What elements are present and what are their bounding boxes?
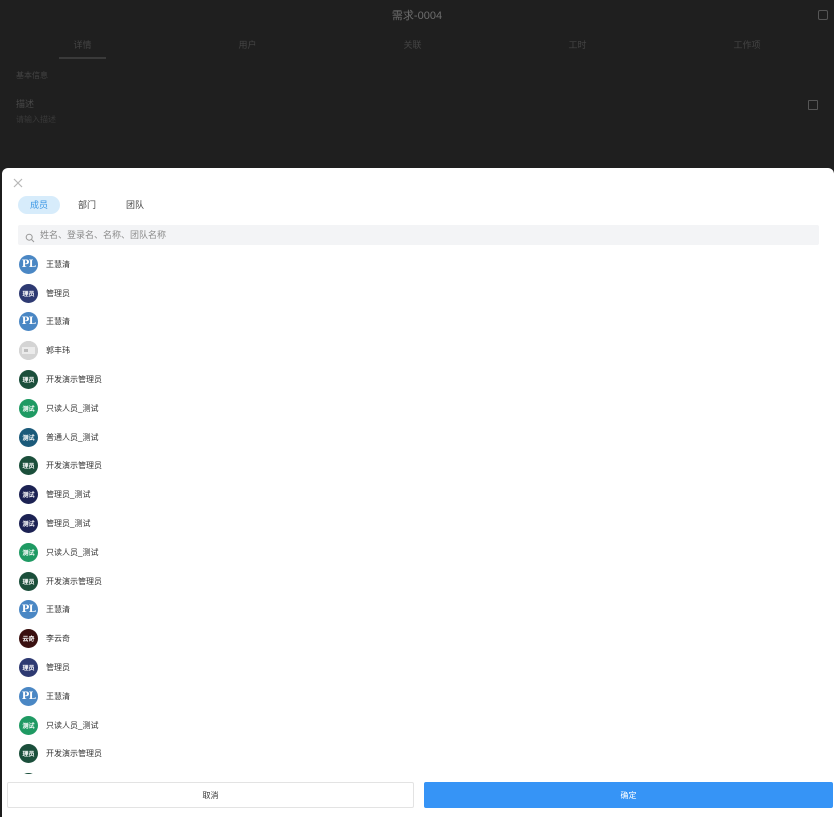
- avatar: 测试: [19, 715, 38, 735]
- member-name: 只读人员_测试: [46, 720, 99, 730]
- background-corner-icon: [818, 10, 828, 20]
- avatar: 理员: [19, 658, 38, 678]
- background-tab: 工时: [568, 39, 587, 50]
- close-icon[interactable]: [12, 177, 24, 189]
- member-name: 开发演示管理员: [46, 576, 102, 586]
- member-row[interactable]: 理员 开发演示管理员: [2, 567, 834, 596]
- member-row[interactable]: PL 王慧清: [2, 596, 834, 625]
- background-page: 需求-0004 详情 用户 关联 工时 工作项 基本信息 描述 请输入描述: [0, 0, 834, 180]
- member-list: PL 王慧清 理员 管理员 PL 王慧清 郭丰玮 理员 开发演示管理员 测试 只读人员_测试 测试 普通…: [2, 250, 834, 774]
- member-row[interactable]: 测试 管理员_测试: [2, 480, 834, 509]
- member-name: 开发演示管理员: [46, 461, 102, 471]
- sheet-footer: 取消 确定: [2, 782, 834, 808]
- avatar: 理员: [19, 456, 38, 476]
- member-name: 王慧清: [46, 691, 70, 701]
- member-name: 李云奇: [46, 634, 70, 644]
- member-name: 普通人员_测试: [46, 432, 99, 442]
- member-row[interactable]: 理员 管理员: [2, 279, 834, 308]
- member-row[interactable]: 测试 普通人员_测试: [2, 423, 834, 452]
- member-row[interactable]: PL 王慧清: [2, 250, 834, 279]
- member-name: 开发演示管理员: [46, 375, 102, 385]
- member-row[interactable]: 郭丰玮: [2, 336, 834, 365]
- avatar: PL: [19, 254, 38, 274]
- member-name: 只读人员_测试: [46, 403, 99, 413]
- cancel-button[interactable]: 取消: [7, 782, 414, 808]
- avatar: 理员: [19, 370, 38, 390]
- avatar: PL: [19, 600, 38, 620]
- avatar: PL: [19, 312, 38, 332]
- avatar: [19, 773, 38, 774]
- background-tab: 用户: [238, 39, 257, 50]
- avatar: PL: [19, 686, 38, 706]
- tab-teams[interactable]: 团队: [114, 196, 156, 214]
- background-tab: 工作项: [733, 39, 761, 50]
- member-row[interactable]: 测试 管理员_测试: [2, 509, 834, 538]
- member-name: 管理员: [46, 663, 70, 673]
- member-row[interactable]: [2, 768, 834, 774]
- background-field-label: 描述: [16, 99, 35, 109]
- member-row[interactable]: PL 王慧清: [2, 682, 834, 711]
- avatar: 测试: [19, 542, 38, 562]
- member-name: 管理员_测试: [46, 490, 91, 500]
- member-name: 王慧清: [46, 317, 70, 327]
- member-row[interactable]: PL 王慧清: [2, 308, 834, 337]
- avatar: 理员: [19, 283, 38, 303]
- avatar: 理员: [19, 571, 38, 591]
- background-field-value: 请输入描述: [16, 115, 56, 124]
- app-viewport: 需求-0004 详情 用户 关联 工时 工作项 基本信息 描述 请输入描述 成员…: [0, 0, 834, 817]
- background-title: 需求-0004: [391, 10, 443, 22]
- member-name: 王慧清: [46, 259, 70, 269]
- background-edit-icon: [808, 100, 818, 110]
- avatar: 测试: [19, 485, 38, 505]
- background-section-label: 基本信息: [16, 71, 48, 80]
- tab-members[interactable]: 成员: [18, 196, 61, 214]
- member-row[interactable]: 测试 只读人员_测试: [2, 394, 834, 423]
- background-tabs: 详情 用户 关联 工时 工作项: [0, 30, 834, 59]
- picker-tabs: 成员 部门 团队: [18, 196, 156, 214]
- confirm-button[interactable]: 确定: [424, 782, 833, 808]
- search-input[interactable]: [38, 229, 802, 241]
- member-row[interactable]: 云奇 李云奇: [2, 624, 834, 653]
- background-section: 基本信息 描述 请输入描述: [0, 58, 834, 125]
- background-tab: 关联: [403, 39, 422, 50]
- search-icon: [25, 230, 35, 243]
- member-row[interactable]: 测试 只读人员_测试: [2, 711, 834, 740]
- tab-departments[interactable]: 部门: [66, 196, 108, 214]
- member-row[interactable]: 测试 只读人员_测试: [2, 538, 834, 567]
- member-row[interactable]: 理员 管理员: [2, 653, 834, 682]
- background-header: 需求-0004: [0, 0, 834, 30]
- member-name: 开发演示管理员: [46, 749, 102, 759]
- member-name: 郭丰玮: [46, 346, 70, 356]
- search-bar: [18, 225, 819, 245]
- member-name: 王慧清: [46, 605, 70, 615]
- avatar: [19, 341, 38, 361]
- avatar: 测试: [19, 514, 38, 534]
- member-name: 管理员_测试: [46, 519, 91, 529]
- avatar: 测试: [19, 427, 38, 447]
- member-row[interactable]: 理员 开发演示管理员: [2, 452, 834, 481]
- member-row[interactable]: 理员 开发演示管理员: [2, 740, 834, 769]
- avatar: 理员: [19, 744, 38, 764]
- member-picker-sheet: 成员 部门 团队 PL王慧清理员管理员PL王慧清郭丰玮理员开发演示管理员测试只读…: [2, 168, 834, 817]
- member-name: 只读人员_测试: [46, 547, 99, 557]
- member-name: 管理员: [46, 288, 70, 298]
- avatar: 测试: [19, 398, 38, 418]
- background-tab: 详情: [59, 38, 106, 59]
- avatar: 云奇: [19, 629, 38, 649]
- member-row[interactable]: 理员 开发演示管理员: [2, 365, 834, 394]
